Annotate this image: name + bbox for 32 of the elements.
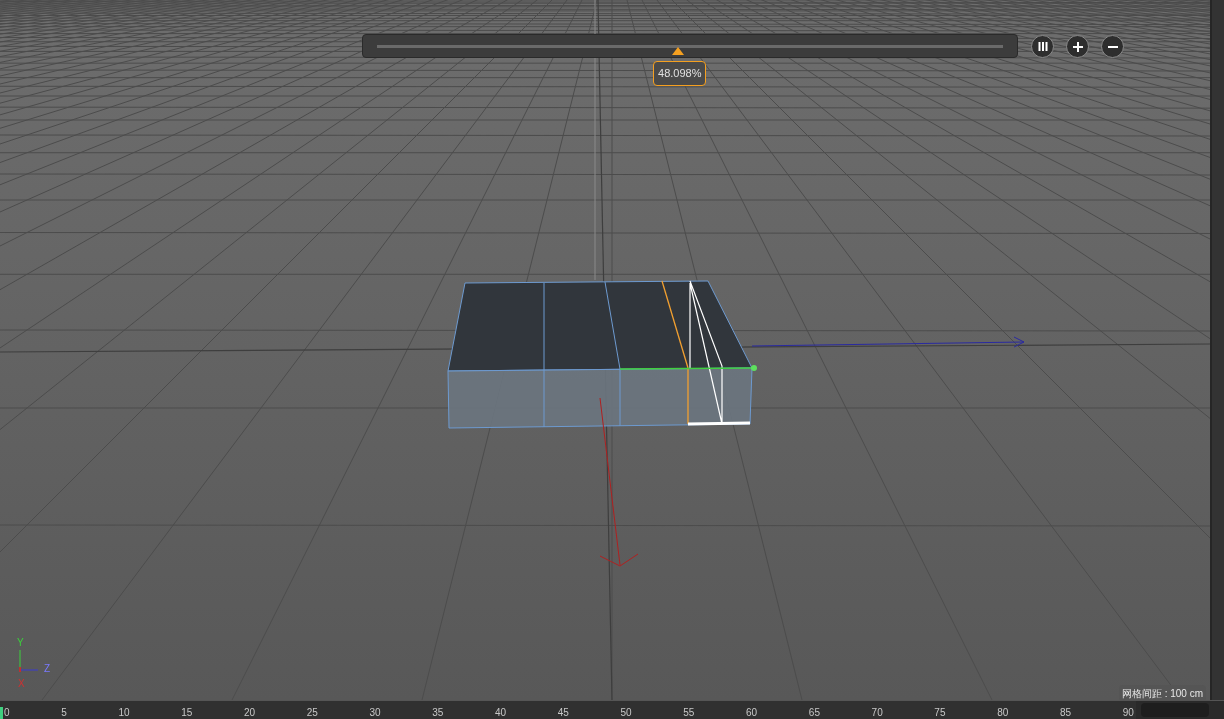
slider-value-tooltip: 48.098%: [653, 61, 707, 86]
3d-viewport[interactable]: 48.098% Y Z X 网格间距 : 100 cm: [0, 0, 1210, 700]
timeline-tick-label: 85: [1059, 707, 1071, 719]
timeline-tick-label: 25: [306, 707, 318, 719]
bars-icon: [1037, 42, 1048, 51]
playhead-marker[interactable]: [0, 707, 3, 719]
timeline-tick-label: 30: [369, 707, 381, 719]
timeline-tick-label: 90: [1122, 707, 1134, 719]
timeline-tick-label: 70: [871, 707, 883, 719]
timeline-tick-label: 80: [997, 707, 1009, 719]
grid-spacing-label: 网格间距 : 100 cm: [1118, 685, 1206, 700]
axis-gizmo-icon: [18, 650, 40, 672]
timeline-tick-label: 15: [181, 707, 193, 719]
timeline-ruler[interactable]: 0 5 10 15 20 25 30 35 40 45 50 55 60 65 70 75 80 85 90: [0, 701, 1136, 719]
y-axis-label: Y: [17, 638, 24, 648]
timeline-tick-label: 10: [118, 707, 130, 719]
timeline-tick-label: 35: [432, 707, 444, 719]
timeline-tick-label: 60: [746, 707, 758, 719]
timeline-tick-label: 0: [4, 707, 10, 719]
timeline-tick-label: 20: [243, 707, 256, 719]
timeline-tick-label: 75: [934, 707, 946, 719]
timeline-tick-label: 5: [61, 707, 67, 719]
timeline-tick-label: 40: [495, 707, 507, 719]
timeline-tick-label: 55: [683, 707, 695, 719]
zoom-slider[interactable]: [362, 34, 1018, 58]
x-axis-label: X: [18, 679, 25, 689]
timeline-tick-label: 65: [808, 707, 820, 719]
plus-icon: [1072, 41, 1083, 52]
minus-icon: [1107, 45, 1118, 48]
z-axis-label: Z: [44, 664, 51, 674]
timeline-tick-label: 50: [620, 707, 632, 719]
timeline-tick-label: 45: [557, 707, 569, 719]
